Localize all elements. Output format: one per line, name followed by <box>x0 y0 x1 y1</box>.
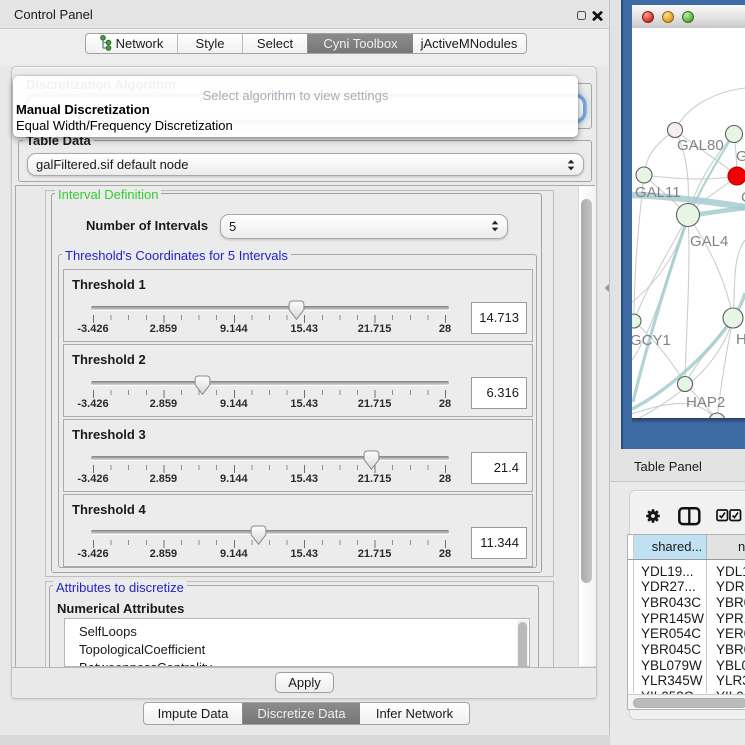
svg-text:C: C <box>741 189 745 206</box>
svg-text:H: H <box>736 331 745 348</box>
svg-text:GCY1: GCY1 <box>632 332 671 349</box>
svg-text:GA: GA <box>736 148 745 165</box>
svg-text:GAL80: GAL80 <box>677 137 724 154</box>
svg-text:GAL4: GAL4 <box>690 233 728 250</box>
svg-text:GAL11: GAL11 <box>635 184 681 201</box>
svg-text:HAP2: HAP2 <box>686 394 725 411</box>
